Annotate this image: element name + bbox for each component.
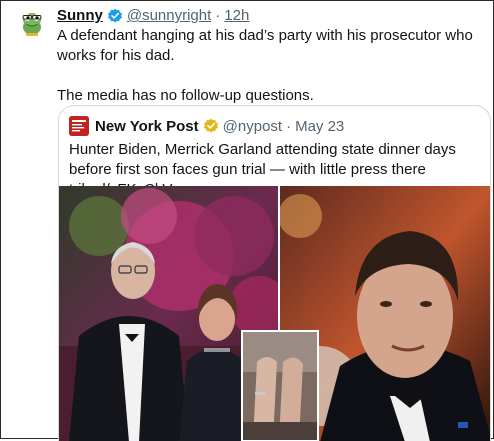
author-handle[interactable]: @sunnyright	[127, 7, 211, 24]
quoted-media[interactable]	[59, 186, 490, 441]
tweet-card[interactable]: Sunny @sunnyright · 12h A defendant hang…	[0, 0, 494, 441]
quoted-header: New York Post @nypost · May 23	[69, 116, 344, 136]
tweet-text-line1: A defendant hanging at his dad’s party w…	[57, 27, 473, 64]
quoted-author-handle[interactable]: @nypost	[223, 118, 282, 135]
nypost-logo-icon[interactable]	[69, 116, 89, 136]
tweet-timestamp[interactable]: 12h	[224, 7, 249, 24]
tweet-header: Sunny @sunnyright · 12h	[57, 7, 249, 24]
author-name[interactable]: Sunny	[57, 7, 103, 24]
quoted-author-name[interactable]: New York Post	[95, 118, 199, 135]
tweet-text: A defendant hanging at his dad’s party w…	[57, 26, 489, 106]
verified-badge-icon	[107, 8, 123, 24]
tweet-text-line2: The media has no follow-up questions.	[57, 87, 314, 104]
quoted-header-separator: ·	[286, 117, 292, 135]
quoted-tweet[interactable]: New York Post @nypost · May 23 Hunter Bi…	[58, 105, 491, 441]
quoted-timestamp[interactable]: May 23	[295, 118, 344, 135]
gold-verified-badge-icon	[203, 118, 219, 134]
photo-inset-legs[interactable]	[241, 330, 319, 441]
frog-avatar-icon[interactable]	[17, 7, 47, 37]
header-separator: ·	[215, 7, 221, 24]
